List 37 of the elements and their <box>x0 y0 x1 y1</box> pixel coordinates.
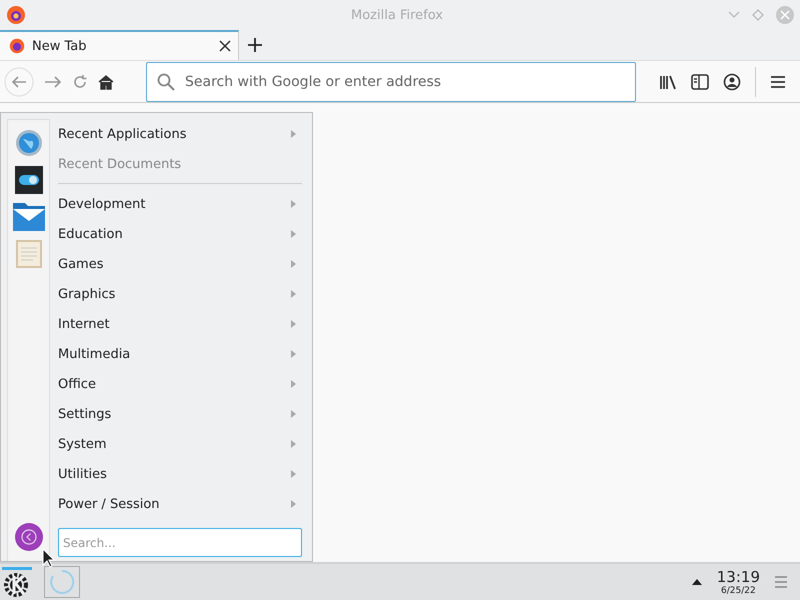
menu-item[interactable]: Education <box>58 219 302 249</box>
menu-item[interactable]: Utilities <box>58 459 302 489</box>
back-circle-icon[interactable] <box>14 523 42 551</box>
menu-item[interactable]: Development <box>58 189 302 219</box>
library-icon[interactable] <box>659 74 677 90</box>
plus-icon[interactable] <box>247 37 263 53</box>
tab-title: New Tab <box>32 38 88 54</box>
search-icon <box>157 72 175 90</box>
home-icon[interactable] <box>98 74 114 90</box>
address-field[interactable]: Search with Google or enter address <box>146 62 636 102</box>
clock-time[interactable]: 13:19 <box>716 568 760 586</box>
reload-icon[interactable] <box>72 74 88 90</box>
menu-item[interactable]: Power / Session <box>58 489 302 519</box>
menu-item[interactable]: Recent Applications <box>58 119 302 149</box>
firefox-icon <box>9 38 25 54</box>
window-title: Mozilla Firefox <box>350 8 444 22</box>
menu-item[interactable]: Office <box>58 369 302 399</box>
menu-item[interactable]: Multimedia <box>58 339 302 369</box>
account-icon[interactable] <box>723 72 741 90</box>
menu-item[interactable]: Games <box>58 249 302 279</box>
toggle-switch-icon[interactable] <box>14 166 42 194</box>
clock-date[interactable]: 6/25/22 <box>716 586 760 596</box>
mail-folder-icon[interactable] <box>12 203 44 231</box>
search-field[interactable]: Search... <box>58 528 302 557</box>
forward-arrow-icon[interactable] <box>44 74 62 88</box>
sidebar-icon[interactable] <box>691 74 709 90</box>
firefox-icon <box>6 5 26 25</box>
menu-item[interactable]: Graphics <box>58 279 302 309</box>
menu-icon[interactable] <box>770 74 786 88</box>
close-icon[interactable] <box>219 40 231 52</box>
menu-item[interactable]: Internet <box>58 309 302 339</box>
hamburger-icon[interactable] <box>774 576 788 588</box>
expand-arrow-icon[interactable] <box>690 578 703 586</box>
menu-item[interactable]: Settings <box>58 399 302 429</box>
loading-spinner-icon <box>49 569 75 595</box>
menu-item[interactable]: System <box>58 429 302 459</box>
browser-tab[interactable]: New Tab <box>0 30 239 60</box>
